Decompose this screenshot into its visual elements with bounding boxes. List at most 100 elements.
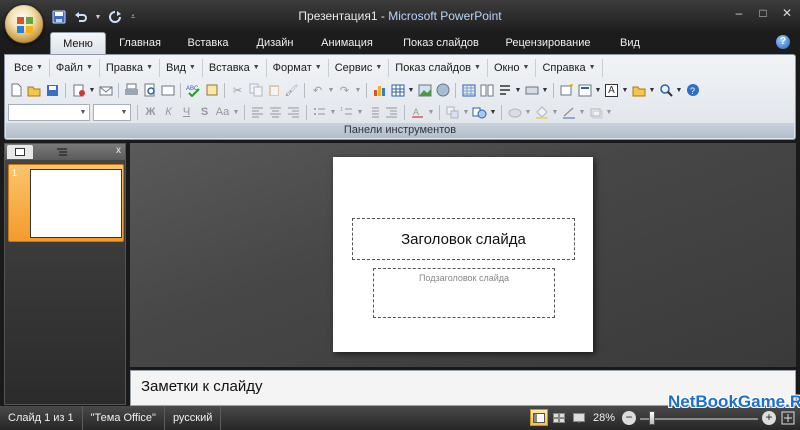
slide-sorter-button[interactable] xyxy=(550,409,568,426)
line-color-icon[interactable] xyxy=(560,104,577,121)
email-icon[interactable] xyxy=(97,82,114,99)
undo-dropdown-icon[interactable]: ▼ xyxy=(327,82,335,99)
menu-view[interactable]: Вид ▼ xyxy=(160,59,203,77)
tab-view[interactable]: Вид xyxy=(612,32,648,54)
text-direction-icon[interactable] xyxy=(496,82,513,99)
open-folder-icon[interactable] xyxy=(26,82,43,99)
zoom-out-button[interactable]: − xyxy=(622,411,636,425)
change-case-button[interactable]: Аа xyxy=(214,104,231,121)
menu-slide-show[interactable]: Показ слайдов ▼ xyxy=(389,59,488,77)
office-button[interactable] xyxy=(4,4,44,44)
tab-menu[interactable]: Меню xyxy=(50,32,106,54)
align-right-icon[interactable] xyxy=(285,104,302,121)
research-icon[interactable] xyxy=(203,82,220,99)
dropdown-arrow-icon[interactable]: ▼ xyxy=(462,104,470,121)
decrease-indent-icon[interactable] xyxy=(365,104,382,121)
shape-style-icon[interactable] xyxy=(506,104,523,121)
arrange-icon[interactable] xyxy=(444,104,461,121)
spelling-icon[interactable]: ABC xyxy=(185,82,202,99)
dropdown-arrow-icon[interactable]: ▼ xyxy=(648,82,656,99)
insert-chart-icon[interactable] xyxy=(371,82,388,99)
print-icon[interactable] xyxy=(123,82,140,99)
insert-picture-icon[interactable] xyxy=(416,82,433,99)
tab-animation[interactable]: Анимация xyxy=(314,32,380,54)
tab-outline[interactable] xyxy=(49,145,75,159)
dropdown-arrow-icon[interactable]: ▼ xyxy=(621,82,629,99)
fill-color-icon[interactable] xyxy=(533,104,550,121)
dropdown-arrow-icon[interactable]: ▼ xyxy=(551,104,559,121)
align-left-icon[interactable] xyxy=(249,104,266,121)
dropdown-arrow-icon[interactable]: ▼ xyxy=(594,82,602,99)
menu-insert[interactable]: Вставка ▼ xyxy=(203,59,267,77)
slide-show-button[interactable] xyxy=(570,409,588,426)
underline-button[interactable]: Ч xyxy=(178,104,195,121)
permission-icon[interactable] xyxy=(70,82,87,99)
text-shadow-button[interactable]: S xyxy=(196,104,213,121)
menu-tools[interactable]: Сервис ▼ xyxy=(329,59,390,77)
zoom-icon[interactable] xyxy=(657,82,674,99)
paste-icon[interactable] xyxy=(265,82,282,99)
subtitle-placeholder[interactable]: Подзаголовок слайда xyxy=(373,268,555,318)
align-center-icon[interactable] xyxy=(267,104,284,121)
save-file-icon[interactable] xyxy=(44,82,61,99)
slide-thumbnail[interactable]: 1 xyxy=(8,164,124,242)
tab-slide-show[interactable]: Показ слайдов xyxy=(396,32,486,54)
title-placeholder[interactable]: Заголовок слайда xyxy=(352,218,575,260)
columns-icon[interactable] xyxy=(478,82,495,99)
layout-icon[interactable] xyxy=(576,82,593,99)
numbering-icon[interactable]: 1 xyxy=(338,104,355,121)
dropdown-arrow-icon[interactable]: ▼ xyxy=(329,104,337,121)
grid-icon[interactable] xyxy=(460,82,477,99)
effects-icon[interactable] xyxy=(587,104,604,121)
shapes-icon[interactable] xyxy=(471,104,488,121)
font-name-combo[interactable]: ▼ xyxy=(8,103,90,121)
menu-all[interactable]: Все ▼ xyxy=(8,59,50,77)
theme-name[interactable]: "Тема Office" xyxy=(83,406,165,430)
zoom-slider-thumb[interactable] xyxy=(648,411,655,425)
maximize-button[interactable]: □ xyxy=(756,6,770,20)
bold-button[interactable]: Ж xyxy=(142,104,159,121)
help-icon[interactable]: ? xyxy=(776,35,790,49)
dropdown-arrow-icon[interactable]: ▼ xyxy=(232,104,240,121)
increase-indent-icon[interactable] xyxy=(383,104,400,121)
menu-format[interactable]: Формат ▼ xyxy=(267,59,329,77)
dropdown-arrow-icon[interactable]: ▼ xyxy=(578,104,586,121)
redo-dropdown-icon[interactable]: ▼ xyxy=(354,82,362,99)
dropdown-arrow-icon[interactable]: ▼ xyxy=(605,104,613,121)
zoom-level[interactable]: 28% xyxy=(593,412,615,424)
print-preview-icon[interactable] xyxy=(141,82,158,99)
fit-to-window-icon[interactable] xyxy=(781,411,795,425)
zoom-in-button[interactable]: + xyxy=(762,411,776,425)
text-box-icon[interactable]: A xyxy=(603,82,620,99)
insert-table-icon[interactable] xyxy=(389,82,406,99)
tab-design[interactable]: Дизайн xyxy=(247,32,303,54)
slide-canvas[interactable]: Заголовок слайда Подзаголовок слайда xyxy=(333,157,593,352)
font-size-combo[interactable]: ▼ xyxy=(93,103,131,121)
slide-view-icon[interactable] xyxy=(159,82,176,99)
tab-slides[interactable] xyxy=(7,145,33,159)
globe-icon[interactable] xyxy=(434,82,451,99)
redo-toolbar-icon[interactable]: ↷ xyxy=(336,82,353,99)
dropdown-arrow-icon[interactable]: ▼ xyxy=(407,82,415,99)
dropdown-arrow-icon[interactable]: ▼ xyxy=(524,104,532,121)
dropdown-arrow-icon[interactable]: ▼ xyxy=(489,104,497,121)
italic-button[interactable]: К xyxy=(160,104,177,121)
font-color-icon[interactable]: A xyxy=(409,104,426,121)
menu-window[interactable]: Окно ▼ xyxy=(488,59,537,77)
tab-home[interactable]: Главная xyxy=(112,32,168,54)
format-painter-icon[interactable]: 🖌 xyxy=(283,82,300,99)
dropdown-arrow-icon[interactable]: ▼ xyxy=(514,82,522,99)
normal-view-button[interactable] xyxy=(530,409,548,426)
menu-file[interactable]: Файл ▼ xyxy=(50,59,100,77)
dropdown-arrow-icon[interactable]: ▼ xyxy=(675,82,683,99)
dropdown-arrow-icon[interactable]: ▼ xyxy=(427,104,435,121)
bullets-icon[interactable] xyxy=(311,104,328,121)
tab-review[interactable]: Рецензирование xyxy=(498,32,598,54)
toolbar-help-icon[interactable]: ? xyxy=(684,82,701,99)
minimize-button[interactable]: – xyxy=(732,6,746,20)
new-document-icon[interactable] xyxy=(8,82,25,99)
language-indicator[interactable]: русский xyxy=(165,406,222,430)
undo-toolbar-icon[interactable]: ↶ xyxy=(309,82,326,99)
menu-edit[interactable]: Правка ▼ xyxy=(100,59,160,77)
dropdown-arrow-icon[interactable]: ▼ xyxy=(541,82,549,99)
